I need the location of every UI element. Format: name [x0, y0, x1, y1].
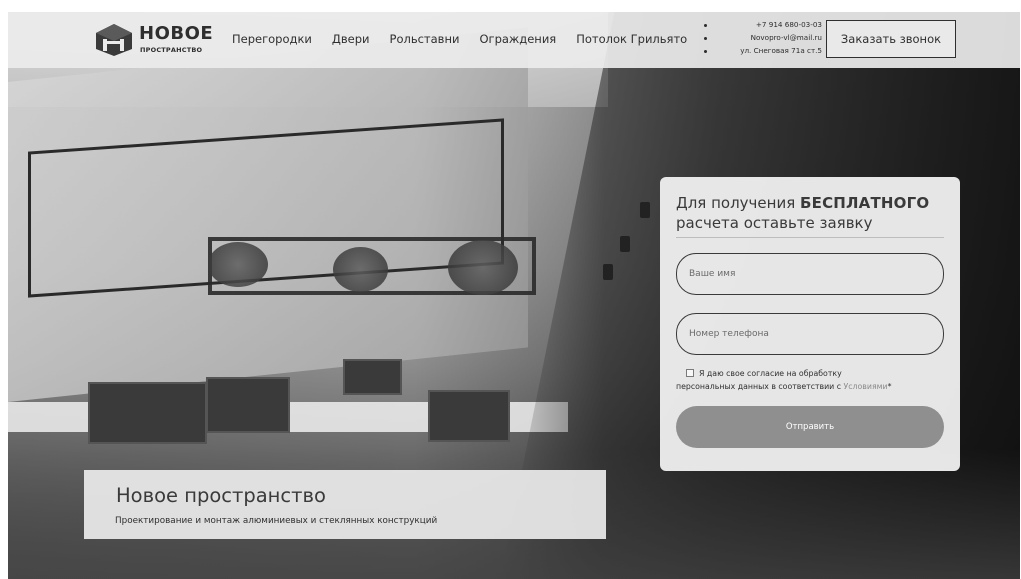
header-contacts: +7 914 680-03-03 Novopro-vl@mail.ru ул. … — [704, 20, 822, 62]
hero-banner: Новое пространство Проектирование и монт… — [84, 470, 606, 539]
main-nav: Перегородки Двери Рольставни Ограждения … — [232, 32, 707, 46]
consent-text-prefix: персональных данных в соответствии с — [676, 382, 844, 391]
banner-subtitle: Проектирование и монтаж алюминиевых и ст… — [115, 516, 438, 526]
contact-email[interactable]: Novopro-vl@mail.ru — [704, 33, 822, 42]
submit-button[interactable]: Отправить — [676, 406, 944, 448]
contact-phone[interactable]: +7 914 680-03-03 — [704, 20, 822, 29]
request-form-card: Для получения БЕСПЛАТНОГО расчета оставь… — [660, 177, 960, 471]
terms-link[interactable]: Условиями — [844, 382, 888, 391]
track-light — [603, 264, 613, 280]
plant-decoration — [333, 247, 388, 292]
nav-item-ograzhdeniya[interactable]: Ограждения — [479, 32, 556, 46]
consent-checkbox[interactable] — [686, 369, 694, 377]
site-header: НОВОЕ ПРОСТРАНСТВО Перегородки Двери Рол… — [8, 12, 1020, 68]
name-input[interactable] — [689, 254, 929, 294]
form-title-suffix: расчета оставьте заявку — [676, 214, 873, 232]
plant-decoration — [448, 240, 518, 295]
form-title-prefix: Для получения — [676, 194, 800, 212]
monitor — [206, 377, 290, 433]
page-frame: НОВОЕ ПРОСТРАНСТВО Перегородки Двери Рол… — [8, 12, 1020, 579]
banner-title: Новое пространство — [116, 484, 326, 507]
name-field[interactable] — [676, 253, 944, 295]
phone-field[interactable] — [676, 313, 944, 355]
phone-input[interactable] — [689, 314, 929, 354]
contact-address: ул. Снеговая 71а ст.5 — [740, 46, 822, 55]
hexagon-logo-icon — [96, 24, 132, 56]
logo-title: НОВОЕ — [139, 23, 214, 44]
nav-item-dveri[interactable]: Двери — [332, 32, 370, 46]
monitor — [88, 382, 207, 444]
order-call-button[interactable]: Заказать звонок — [826, 20, 956, 58]
monitor — [428, 390, 510, 442]
track-light — [640, 202, 650, 218]
track-light — [620, 236, 630, 252]
nav-item-rolstavni[interactable]: Рольставни — [390, 32, 460, 46]
logo-subtitle: ПРОСТРАНСТВО — [140, 46, 203, 54]
nav-item-peregorodki[interactable]: Перегородки — [232, 32, 312, 46]
consent-text-line1: Я даю свое согласие на обработку — [699, 369, 842, 378]
plant-decoration — [208, 242, 268, 287]
monitor — [343, 359, 402, 395]
form-divider — [676, 237, 944, 238]
form-title: Для получения БЕСПЛАТНОГО расчета оставь… — [676, 193, 950, 233]
consent-asterisk: * — [887, 382, 892, 391]
site-logo[interactable]: НОВОЕ ПРОСТРАНСТВО — [94, 21, 224, 59]
consent-text-line2: персональных данных в соответствии с Усл… — [676, 380, 952, 393]
form-title-bold: БЕСПЛАТНОГО — [799, 194, 930, 212]
nav-item-potolok-grilyato[interactable]: Потолок Грильято — [576, 32, 687, 46]
